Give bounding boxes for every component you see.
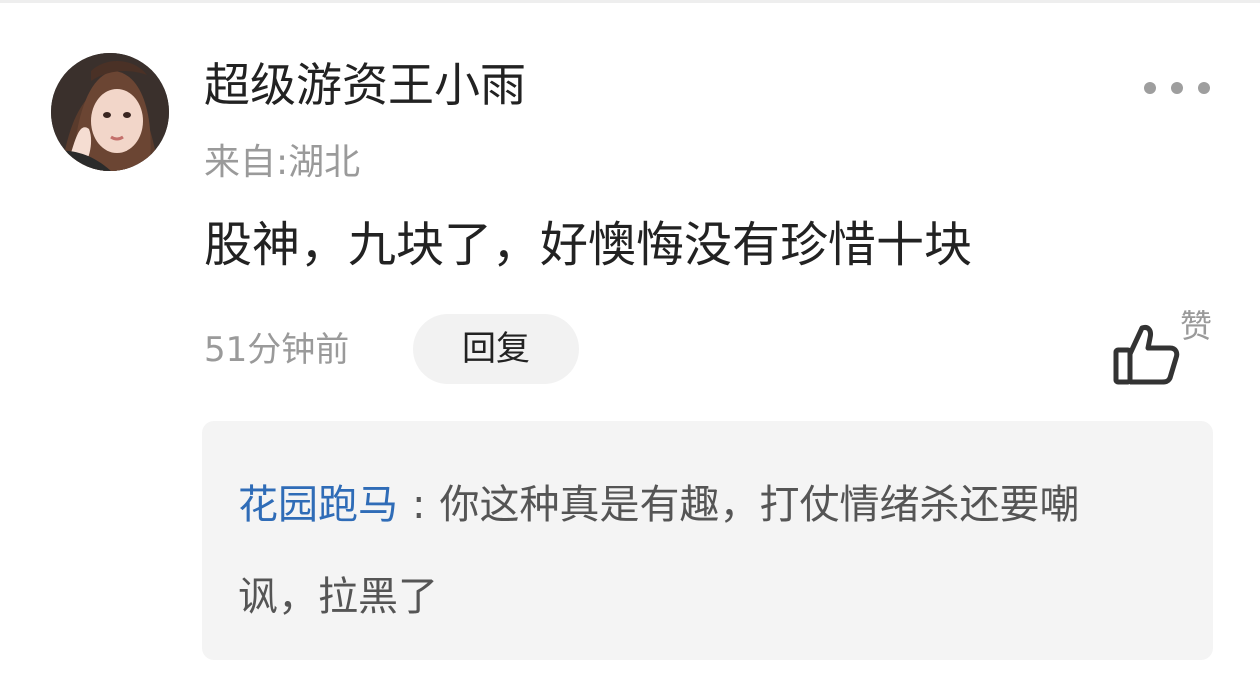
top-divider: [0, 0, 1260, 3]
like-button[interactable]: 赞: [1108, 306, 1220, 390]
more-dots-icon: [1144, 82, 1156, 94]
timestamp: 51分钟前: [204, 330, 350, 370]
thumbs-up-icon: [1113, 325, 1180, 385]
username[interactable]: 超级游资王小雨: [204, 54, 526, 116]
more-options-button[interactable]: [1144, 78, 1210, 98]
sub-reply-box[interactable]: 花园跑马: 你这种真是有趣，打仗情绪杀还要嘲讽，拉黑了: [202, 421, 1213, 660]
like-label: 赞: [1180, 307, 1213, 345]
more-dots-icon-dot-3: [1198, 82, 1210, 94]
comment-text: 股神，九块了，好懊悔没有珍惜十块: [204, 217, 973, 273]
avatar[interactable]: [51, 53, 169, 171]
sub-reply-content: 花园跑马: 你这种真是有趣，打仗情绪杀还要嘲讽，拉黑了: [238, 459, 1158, 643]
more-dots-icon-dot-2: [1171, 82, 1183, 94]
reply-button[interactable]: 回复: [413, 314, 579, 384]
sub-reply-author[interactable]: 花园跑马: [238, 482, 398, 528]
avatar-image: [51, 53, 169, 171]
location-label: 来自:湖北: [204, 142, 361, 183]
sub-reply-separator: :: [412, 482, 426, 528]
